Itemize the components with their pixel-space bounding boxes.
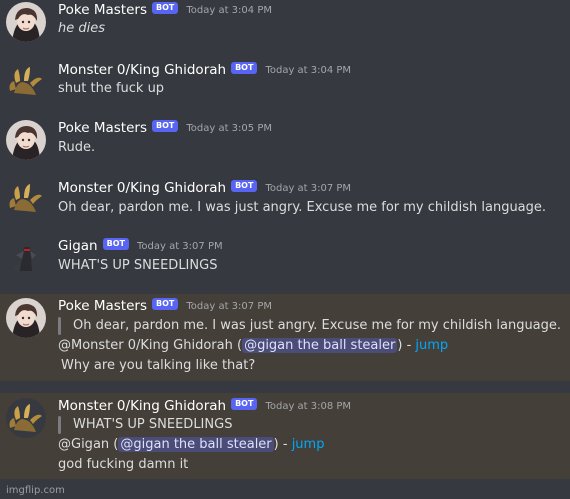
message-header: Poke Masters BOT Today at 3:07 PM — [58, 297, 272, 315]
bot-badge: BOT — [231, 62, 258, 74]
message-mention-highlight: Monster 0/King Ghidorah BOT Today at 3:0… — [0, 393, 570, 479]
quote-bar — [58, 416, 61, 434]
message-text: Why are you talking like that? — [61, 358, 256, 373]
avatar[interactable] — [6, 298, 46, 338]
message: Poke Masters BOT Today at 3:04 PM he die… — [0, 0, 570, 58]
message-header: Poke Masters BOT Today at 3:04 PM — [58, 1, 272, 19]
reply-prefix: @Monster 0/King Ghidorah ( — [58, 338, 243, 353]
username[interactable]: Gigan — [58, 238, 98, 254]
user-mention[interactable]: @gigan the ball stealer — [242, 338, 398, 353]
username[interactable]: Monster 0/King Ghidorah — [58, 398, 226, 414]
avatar[interactable] — [6, 2, 46, 42]
quote-bar — [58, 317, 61, 335]
timestamp: Today at 3:04 PM — [265, 64, 352, 76]
timestamp: Today at 3:08 PM — [265, 400, 352, 412]
reply-line: @Monster 0/King Ghidorah (@gigan the bal… — [58, 338, 448, 353]
user-mention[interactable]: @gigan the ball stealer — [118, 437, 274, 452]
timestamp: Today at 3:04 PM — [186, 4, 272, 16]
message-header: Monster 0/King Ghidorah BOT Today at 3:0… — [58, 397, 351, 415]
avatar[interactable] — [6, 237, 46, 277]
quote-text: WHAT'S UP SNEEDLINGS — [73, 417, 233, 432]
username[interactable]: Monster 0/King Ghidorah — [58, 180, 226, 196]
message-header: Monster 0/King Ghidorah BOT Today at 3:0… — [58, 179, 351, 197]
message-mention-highlight: Poke Masters BOT Today at 3:07 PM Oh dea… — [0, 294, 570, 381]
message-text: WHAT'S UP SNEEDLINGS — [58, 258, 218, 273]
avatar[interactable] — [6, 120, 46, 160]
message-header: Gigan BOT Today at 3:07 PM — [58, 237, 223, 255]
message-text: he dies — [58, 21, 106, 36]
quote-text: Oh dear, pardon me. I was just angry. Ex… — [73, 318, 562, 333]
bot-badge: BOT — [152, 2, 179, 14]
avatar[interactable] — [6, 178, 46, 218]
message: Gigan BOT Today at 3:07 PM WHAT'S UP SNE… — [0, 236, 570, 294]
reply-line: @Gigan (@gigan the ball stealer) - jump — [58, 437, 324, 452]
username[interactable]: Poke Masters — [58, 120, 147, 136]
message-header: Monster 0/King Ghidorah BOT Today at 3:0… — [58, 61, 351, 79]
message: Poke Masters BOT Today at 3:05 PM Rude. — [0, 118, 570, 176]
bot-badge: BOT — [152, 298, 179, 310]
username[interactable]: Monster 0/King Ghidorah — [58, 62, 226, 78]
username[interactable]: Poke Masters — [58, 298, 147, 314]
message-text: god fucking damn it — [58, 457, 189, 472]
reply-suffix: ) - — [397, 338, 416, 353]
bot-badge: BOT — [102, 238, 129, 250]
message: Monster 0/King Ghidorah BOT Today at 3:0… — [0, 58, 570, 118]
message-text: shut the fuck up — [58, 81, 165, 96]
message-text: Oh dear, pardon me. I was just angry. Ex… — [58, 200, 547, 215]
message-header: Poke Masters BOT Today at 3:05 PM — [58, 119, 272, 137]
reply-prefix: @Gigan ( — [58, 437, 119, 452]
jump-link[interactable]: jump — [292, 437, 325, 452]
reply-suffix: ) - — [273, 437, 292, 452]
message: Monster 0/King Ghidorah BOT Today at 3:0… — [0, 176, 570, 236]
bot-badge: BOT — [152, 120, 179, 132]
bot-badge: BOT — [231, 180, 258, 192]
avatar[interactable] — [6, 398, 46, 438]
timestamp: Today at 3:07 PM — [186, 300, 272, 312]
bot-badge: BOT — [231, 398, 258, 410]
avatar[interactable] — [6, 61, 46, 101]
message-text: Rude. — [58, 140, 96, 155]
jump-link[interactable]: jump — [415, 338, 448, 353]
timestamp: Today at 3:07 PM — [265, 182, 352, 194]
timestamp: Today at 3:07 PM — [136, 240, 223, 252]
timestamp: Today at 3:05 PM — [186, 122, 272, 134]
username[interactable]: Poke Masters — [58, 2, 147, 18]
watermark: imgflip.com — [6, 485, 65, 496]
